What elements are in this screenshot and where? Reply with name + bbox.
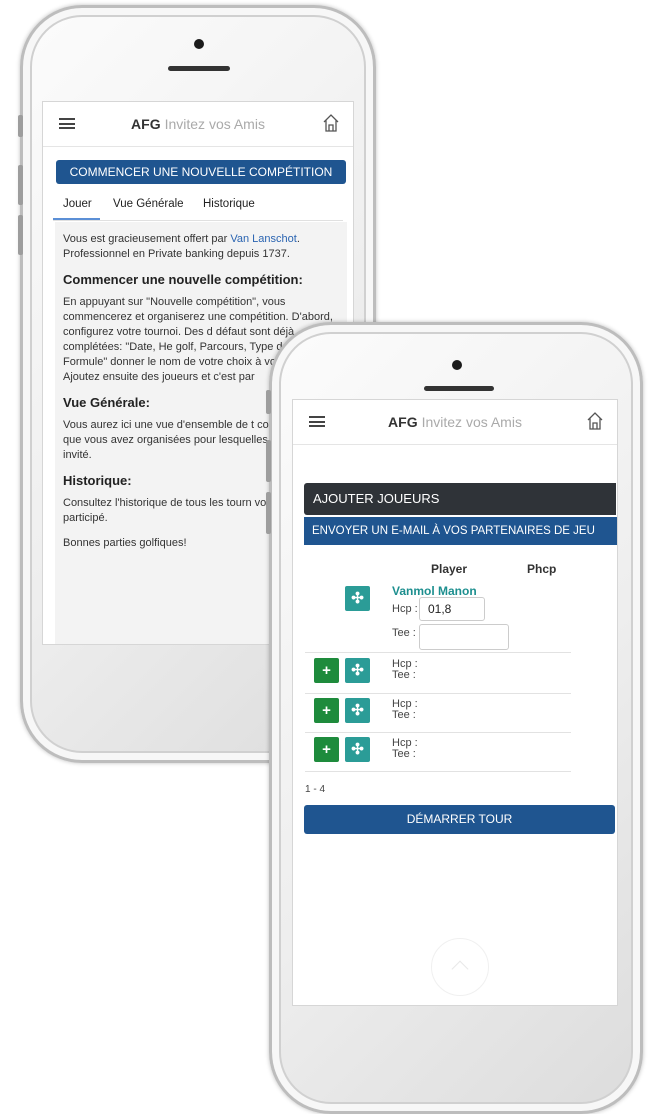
tee-label: Tee :	[392, 627, 416, 639]
intro-before: Vous est gracieusement offert par	[63, 233, 231, 245]
sponsor-link[interactable]: Van Lanschot	[230, 233, 296, 245]
add-players-title: AJOUTER JOUEURS	[304, 483, 616, 515]
tee-label: Tee :	[392, 669, 416, 681]
table-row: ✣ Vanmol Manon Hcp : 01,8 Tee :	[305, 583, 571, 653]
intro-text: Vous est gracieusement offert par Van La…	[63, 232, 339, 262]
speaker-grille	[424, 386, 494, 391]
move-icon[interactable]: ✣	[345, 698, 370, 723]
tab-bar: Jouer Vue Générale Historique	[53, 198, 343, 220]
add-player-icon[interactable]: +	[314, 698, 339, 723]
app-header: AFG Invitez vos Amis	[293, 400, 617, 445]
add-player-icon[interactable]: +	[314, 737, 339, 762]
table-row: + ✣ Hcp : Tee :	[305, 693, 571, 733]
add-player-icon[interactable]: +	[314, 658, 339, 683]
volume-up-button	[18, 165, 23, 205]
speaker-grille	[168, 66, 230, 71]
camera-icon	[452, 360, 462, 370]
start-round-button[interactable]: DÉMARRER TOUR	[304, 805, 615, 834]
tab-jouer[interactable]: Jouer	[53, 198, 100, 220]
tee-select[interactable]	[419, 624, 509, 650]
brand-subtitle: Invitez vos Amis	[164, 116, 265, 132]
volume-down-button	[266, 492, 271, 534]
volume-up-button	[266, 440, 271, 482]
app-header: AFG Invitez vos Amis	[43, 102, 353, 147]
chevron-up-icon	[451, 960, 469, 978]
camera-icon	[194, 39, 204, 49]
home-icon[interactable]	[585, 411, 605, 431]
volume-down-button	[18, 215, 23, 255]
move-icon[interactable]: ✣	[345, 586, 370, 611]
email-partners-button[interactable]: ENVOYER UN E-MAIL À VOS PARTENAIRES DE J…	[304, 517, 617, 545]
section-title-new-competition: Commencer une nouvelle compétition:	[63, 272, 303, 287]
tee-label: Tee :	[392, 709, 416, 721]
tab-historique[interactable]: Historique	[203, 198, 255, 210]
mute-switch	[266, 390, 271, 414]
mute-switch	[18, 115, 23, 137]
table-row: + ✣ Hcp : Tee :	[305, 732, 571, 772]
home-icon[interactable]	[321, 113, 341, 133]
move-icon[interactable]: ✣	[345, 737, 370, 762]
brand-bold: AFG	[388, 414, 418, 430]
move-icon[interactable]: ✣	[345, 658, 370, 683]
player-name[interactable]: Vanmol Manon	[392, 584, 477, 598]
app-brand: AFG Invitez vos Amis	[293, 414, 617, 430]
scroll-top-button[interactable]	[431, 938, 489, 996]
tab-vue-generale[interactable]: Vue Générale	[113, 198, 184, 210]
hcp-input[interactable]: 01,8	[419, 597, 485, 621]
new-competition-button[interactable]: COMMENCER UNE NOUVELLE COMPÉTITION	[56, 160, 346, 184]
app-brand: AFG Invitez vos Amis	[43, 116, 353, 132]
brand-subtitle: Invitez vos Amis	[421, 414, 522, 430]
table-row: + ✣ Hcp : Tee :	[305, 653, 571, 694]
tab-divider	[53, 220, 343, 221]
hcp-label: Hcp :	[392, 603, 418, 615]
front-phone-screen: AFG Invitez vos Amis AJOUTER JOUEURS ENVO…	[292, 399, 618, 1006]
column-header-phcp: Phcp	[527, 562, 557, 576]
pagination-info: 1 - 4	[305, 784, 326, 795]
front-phone-frame: AFG Invitez vos Amis AJOUTER JOUEURS ENVO…	[269, 322, 643, 1114]
brand-bold: AFG	[131, 116, 161, 132]
column-header-player: Player	[431, 562, 468, 576]
tee-label: Tee :	[392, 748, 416, 760]
